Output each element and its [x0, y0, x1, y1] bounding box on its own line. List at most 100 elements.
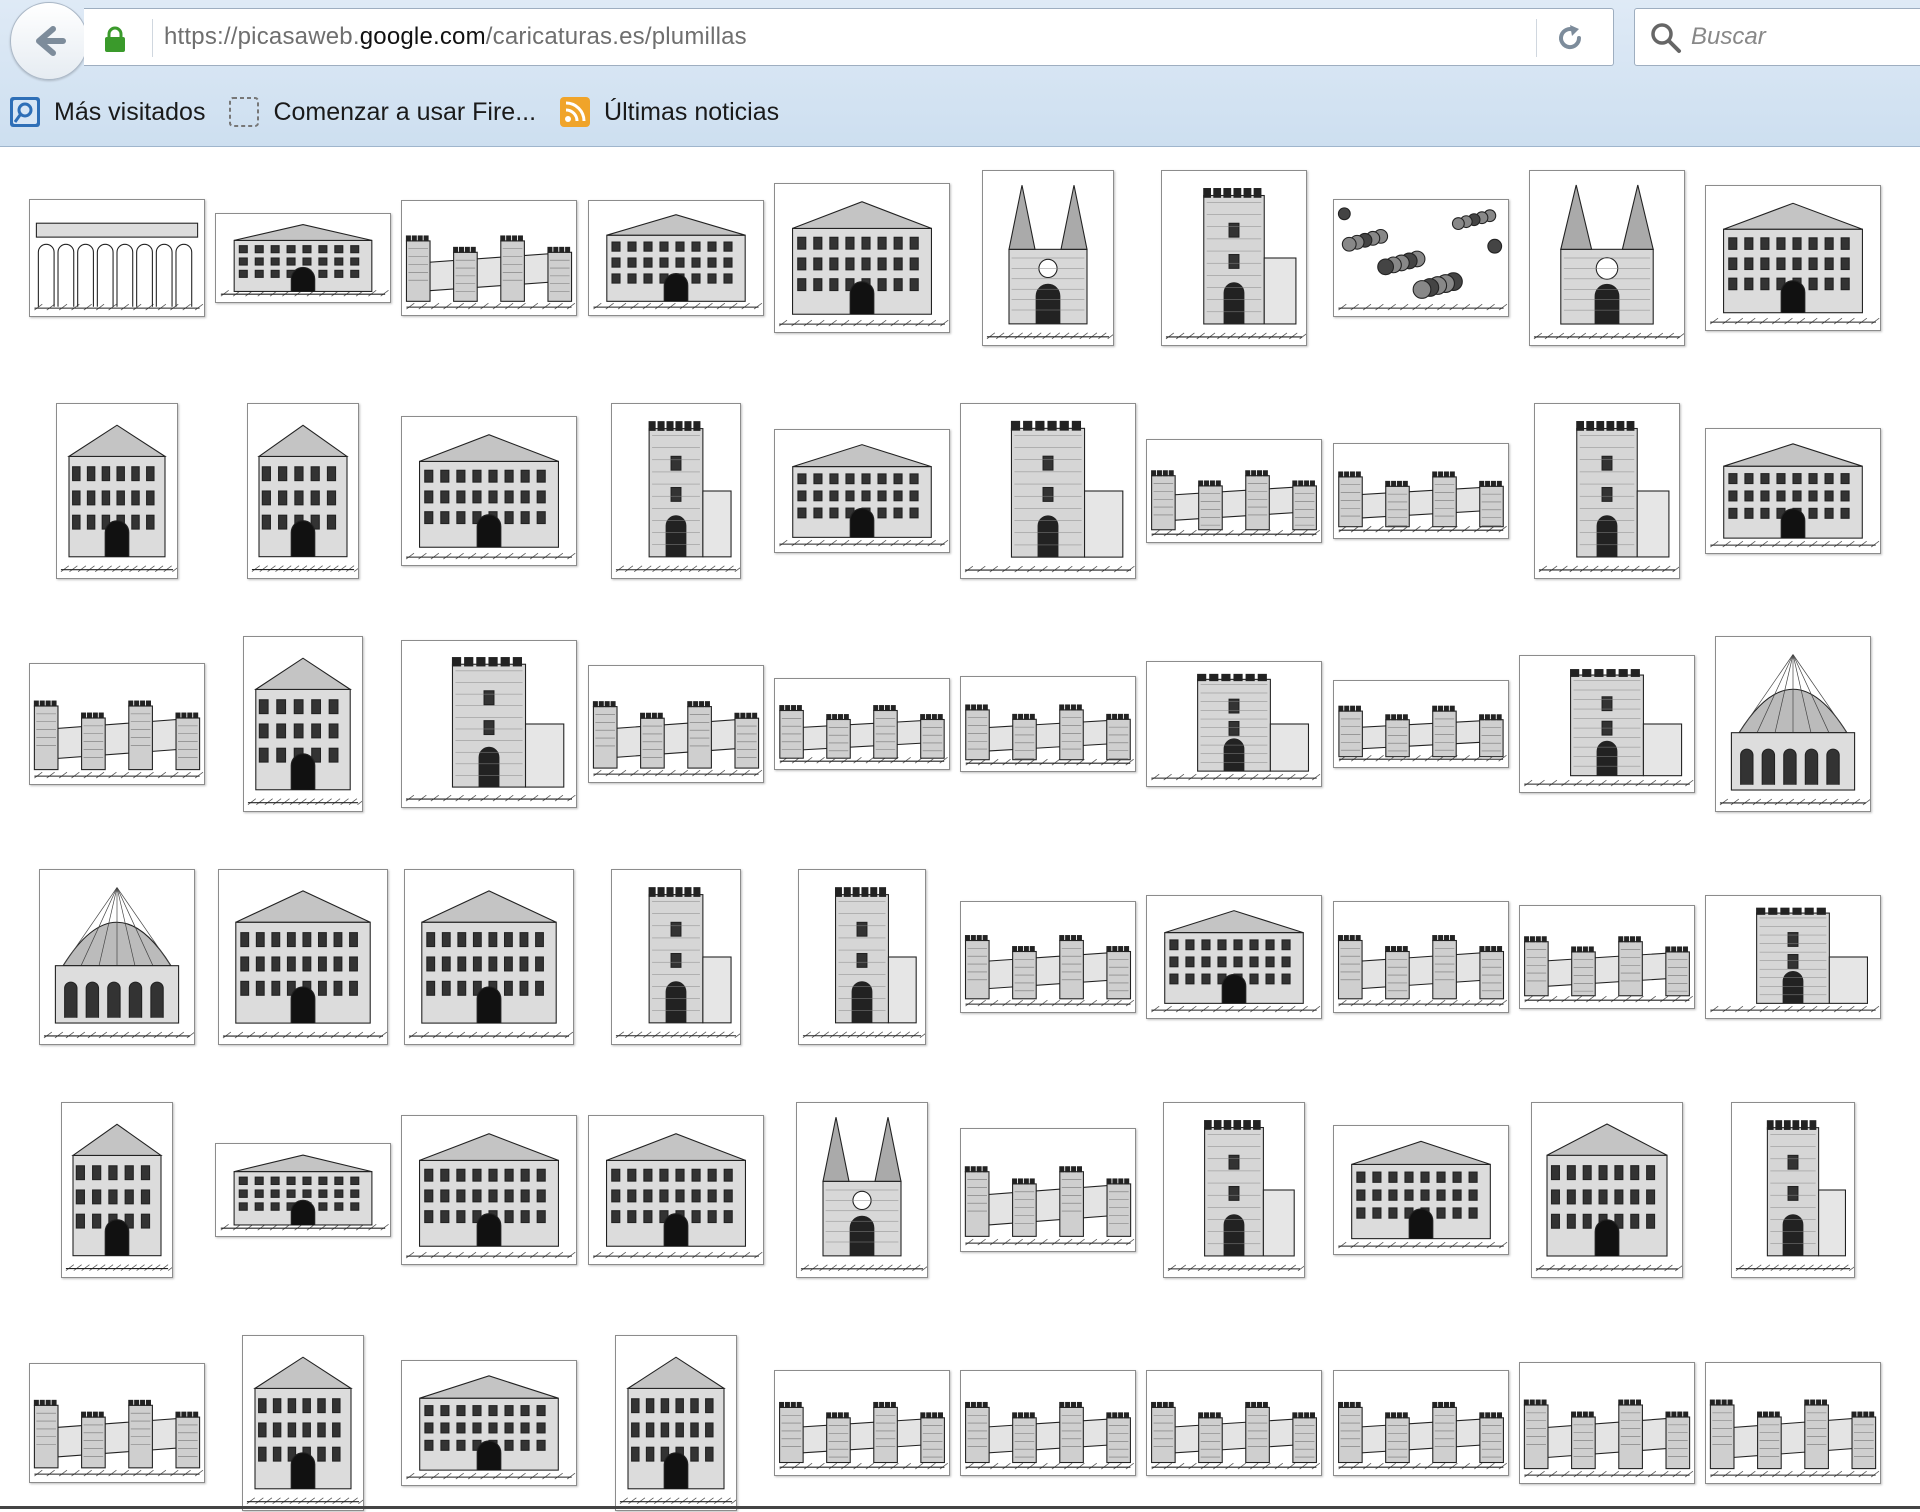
- photo-thumbnail[interactable]: [1333, 901, 1509, 1013]
- photo-thumbnail[interactable]: [247, 403, 359, 579]
- ink-sketch-image: [1338, 705, 1507, 762]
- photo-thumbnail[interactable]: [29, 199, 205, 317]
- ink-sketch-image: [964, 1166, 1135, 1246]
- photo-thumbnail[interactable]: [611, 869, 741, 1045]
- browser-toolbar: https://picasaweb.google.com/caricaturas…: [0, 0, 1920, 147]
- photo-thumbnail[interactable]: [29, 1363, 205, 1483]
- photo-thumbnail[interactable]: [1146, 661, 1322, 787]
- photo-thumbnail[interactable]: [1333, 1125, 1509, 1255]
- bookmark-getting-started[interactable]: Comenzar a usar Fire...: [227, 88, 536, 136]
- photo-thumbnail[interactable]: [1519, 655, 1695, 793]
- photo-thumbnail[interactable]: [774, 429, 950, 553]
- photo-thumbnail[interactable]: [1519, 905, 1695, 1009]
- ink-sketch-image: [33, 700, 204, 779]
- ink-sketch-image: [619, 1356, 736, 1504]
- photo-thumbnail[interactable]: [1333, 1370, 1509, 1476]
- photo-thumbnail[interactable]: [401, 640, 577, 808]
- photo-thumbnail[interactable]: [401, 1115, 577, 1265]
- photo-thumbnail[interactable]: [1146, 439, 1322, 543]
- ink-sketch-image: [1338, 1140, 1508, 1249]
- photo-thumbnail[interactable]: [61, 1102, 173, 1278]
- url-path: /caricaturas.es/plumillas: [485, 23, 747, 50]
- ink-sketch-image: [1338, 471, 1507, 533]
- photo-thumbnail[interactable]: [960, 1128, 1136, 1252]
- url-bar[interactable]: https://picasaweb.google.com/caricaturas…: [84, 8, 1614, 66]
- reload-icon[interactable]: [1554, 22, 1586, 54]
- ink-sketch-image: [405, 657, 576, 802]
- photo-thumbnail[interactable]: [588, 665, 764, 783]
- photo-thumbnail[interactable]: [215, 1143, 391, 1237]
- ink-sketch-image: [65, 1123, 172, 1271]
- photo-thumbnail[interactable]: [588, 200, 764, 316]
- photo-thumbnail[interactable]: [1519, 1362, 1695, 1484]
- search-bar[interactable]: [1634, 8, 1920, 66]
- photo-thumbnail[interactable]: [774, 678, 950, 770]
- ink-sketch-image: [986, 185, 1113, 340]
- url-text[interactable]: https://picasaweb.google.com/caricaturas…: [164, 23, 747, 51]
- photo-thumbnail[interactable]: [1705, 1362, 1881, 1484]
- rss-feed-icon: [560, 97, 591, 127]
- photo-gallery: [0, 147, 1920, 1512]
- ink-sketch-image: [405, 235, 576, 310]
- photo-thumbnail[interactable]: [1163, 1102, 1305, 1278]
- ink-sketch-image: [1735, 1120, 1854, 1271]
- photo-thumbnail[interactable]: [960, 403, 1136, 579]
- photo-thumbnail[interactable]: [774, 183, 950, 333]
- photo-thumbnail[interactable]: [29, 663, 205, 785]
- ink-sketch-image: [800, 1117, 927, 1272]
- photo-thumbnail[interactable]: [1705, 428, 1881, 554]
- photo-thumbnail[interactable]: [796, 1102, 928, 1278]
- photo-thumbnail[interactable]: [960, 1370, 1136, 1476]
- ink-sketch-image: [965, 704, 1134, 766]
- ink-sketch-image: [615, 887, 740, 1039]
- photo-thumbnail[interactable]: [982, 170, 1114, 346]
- ink-sketch-image: [964, 935, 1135, 1007]
- ink-sketch-image: [405, 434, 576, 560]
- photo-thumbnail[interactable]: [774, 1370, 950, 1476]
- ink-sketch-image: [1524, 936, 1693, 1003]
- url-separator: [1536, 19, 1537, 57]
- ink-sketch-image: [1533, 184, 1684, 340]
- photo-thumbnail[interactable]: [56, 403, 178, 579]
- photo-thumbnail[interactable]: [1146, 895, 1322, 1019]
- photo-thumbnail[interactable]: [1146, 1370, 1322, 1476]
- ink-sketch-image: [1710, 443, 1880, 548]
- ink-sketch-image: [1337, 935, 1508, 1007]
- photo-thumbnail[interactable]: [1333, 680, 1509, 768]
- bookmark-latest-news[interactable]: Últimas noticias: [558, 88, 779, 136]
- photo-thumbnail[interactable]: [1161, 170, 1307, 346]
- photo-thumbnail[interactable]: [1534, 403, 1680, 579]
- photo-thumbnail[interactable]: [401, 1360, 577, 1486]
- photo-thumbnail[interactable]: [960, 901, 1136, 1013]
- photo-thumbnail[interactable]: [1705, 185, 1881, 331]
- photo-thumbnail[interactable]: [1731, 1102, 1855, 1278]
- photo-thumbnail[interactable]: [39, 869, 195, 1045]
- ink-sketch-image: [965, 1401, 1135, 1470]
- photo-thumbnail[interactable]: [215, 213, 391, 303]
- photo-thumbnail[interactable]: [1705, 895, 1881, 1019]
- ink-sketch-image: [779, 444, 949, 547]
- ink-sketch-image: [1151, 1401, 1321, 1470]
- bookmark-most-visited[interactable]: Más visitados: [8, 88, 205, 136]
- photo-thumbnail[interactable]: [1333, 443, 1509, 539]
- photo-thumbnail[interactable]: [401, 200, 577, 316]
- photo-thumbnail[interactable]: [1529, 170, 1685, 346]
- photo-thumbnail[interactable]: [1531, 1102, 1683, 1278]
- photo-thumbnail[interactable]: [611, 403, 741, 579]
- photo-thumbnail[interactable]: [798, 869, 926, 1045]
- photo-thumbnail[interactable]: [1715, 636, 1871, 812]
- search-input[interactable]: [1691, 23, 1911, 51]
- ink-sketch-image: [1523, 1399, 1694, 1478]
- ink-sketch-image: [220, 1154, 389, 1231]
- photo-thumbnail[interactable]: [615, 1335, 737, 1511]
- back-button[interactable]: [10, 2, 88, 80]
- photo-thumbnail[interactable]: [1333, 199, 1509, 317]
- photo-thumbnail[interactable]: [588, 1115, 764, 1265]
- photo-thumbnail[interactable]: [243, 636, 363, 812]
- ink-sketch-image: [593, 214, 763, 310]
- photo-thumbnail[interactable]: [218, 869, 388, 1045]
- photo-thumbnail[interactable]: [404, 869, 574, 1045]
- photo-thumbnail[interactable]: [960, 676, 1136, 772]
- photo-thumbnail[interactable]: [401, 416, 577, 566]
- photo-thumbnail[interactable]: [242, 1335, 364, 1511]
